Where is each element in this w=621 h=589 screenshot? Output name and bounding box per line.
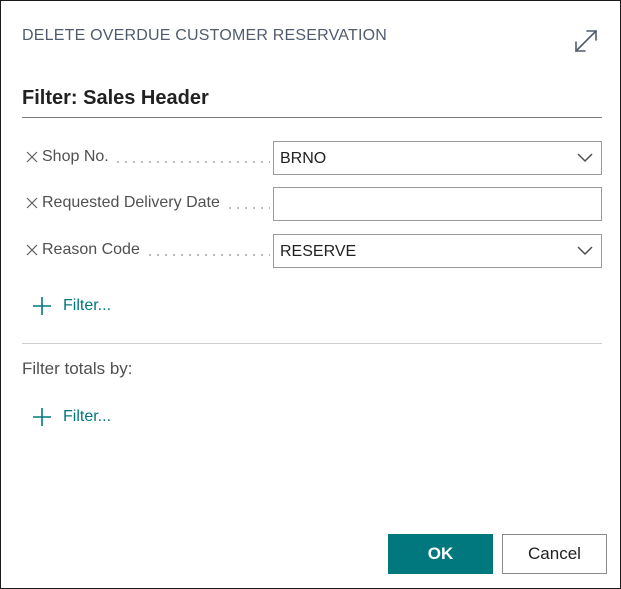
reason-code-label: Reason Code (42, 241, 146, 259)
chevron-down-icon[interactable] (577, 246, 593, 256)
dialog-title: DELETE OVERDUE CUSTOMER RESERVATION (22, 27, 387, 44)
remove-filter-delivery-date-icon[interactable] (26, 196, 38, 209)
requested-delivery-date-input[interactable] (273, 187, 602, 221)
filter-section-title: Filter: Sales Header (22, 87, 209, 109)
delete-overdue-reservation-dialog: DELETE OVERDUE CUSTOMER RESERVATION Filt… (0, 0, 621, 589)
plus-icon (33, 408, 51, 426)
shop-no-dropdown[interactable]: BRNO (273, 141, 602, 175)
shop-no-label: Shop No. (42, 148, 115, 166)
filter-row-requested-delivery-date: Requested Delivery Date (22, 187, 602, 223)
cancel-button[interactable]: Cancel (502, 534, 607, 574)
add-totals-filter-label: Filter... (63, 408, 112, 425)
reason-code-dropdown[interactable]: RESERVE (273, 234, 602, 268)
plus-icon (33, 297, 51, 315)
filter-totals-label: Filter totals by: (22, 359, 133, 378)
section-divider (22, 343, 602, 344)
requested-delivery-date-label: Requested Delivery Date (42, 194, 226, 212)
chevron-down-icon[interactable] (577, 153, 593, 163)
reason-code-value: RESERVE (280, 243, 357, 260)
expand-icon[interactable] (571, 27, 601, 55)
section-title-rule (22, 117, 602, 118)
remove-filter-reason-code-icon[interactable] (26, 243, 38, 256)
shop-no-value: BRNO (280, 150, 327, 167)
ok-button[interactable]: OK (388, 534, 493, 574)
add-filter-label: Filter... (63, 297, 112, 314)
filter-row-reason-code: Reason Code RESERVE (22, 234, 602, 270)
filter-row-shop-no: Shop No. BRNO (22, 141, 602, 177)
remove-filter-shop-no-icon[interactable] (26, 150, 38, 163)
